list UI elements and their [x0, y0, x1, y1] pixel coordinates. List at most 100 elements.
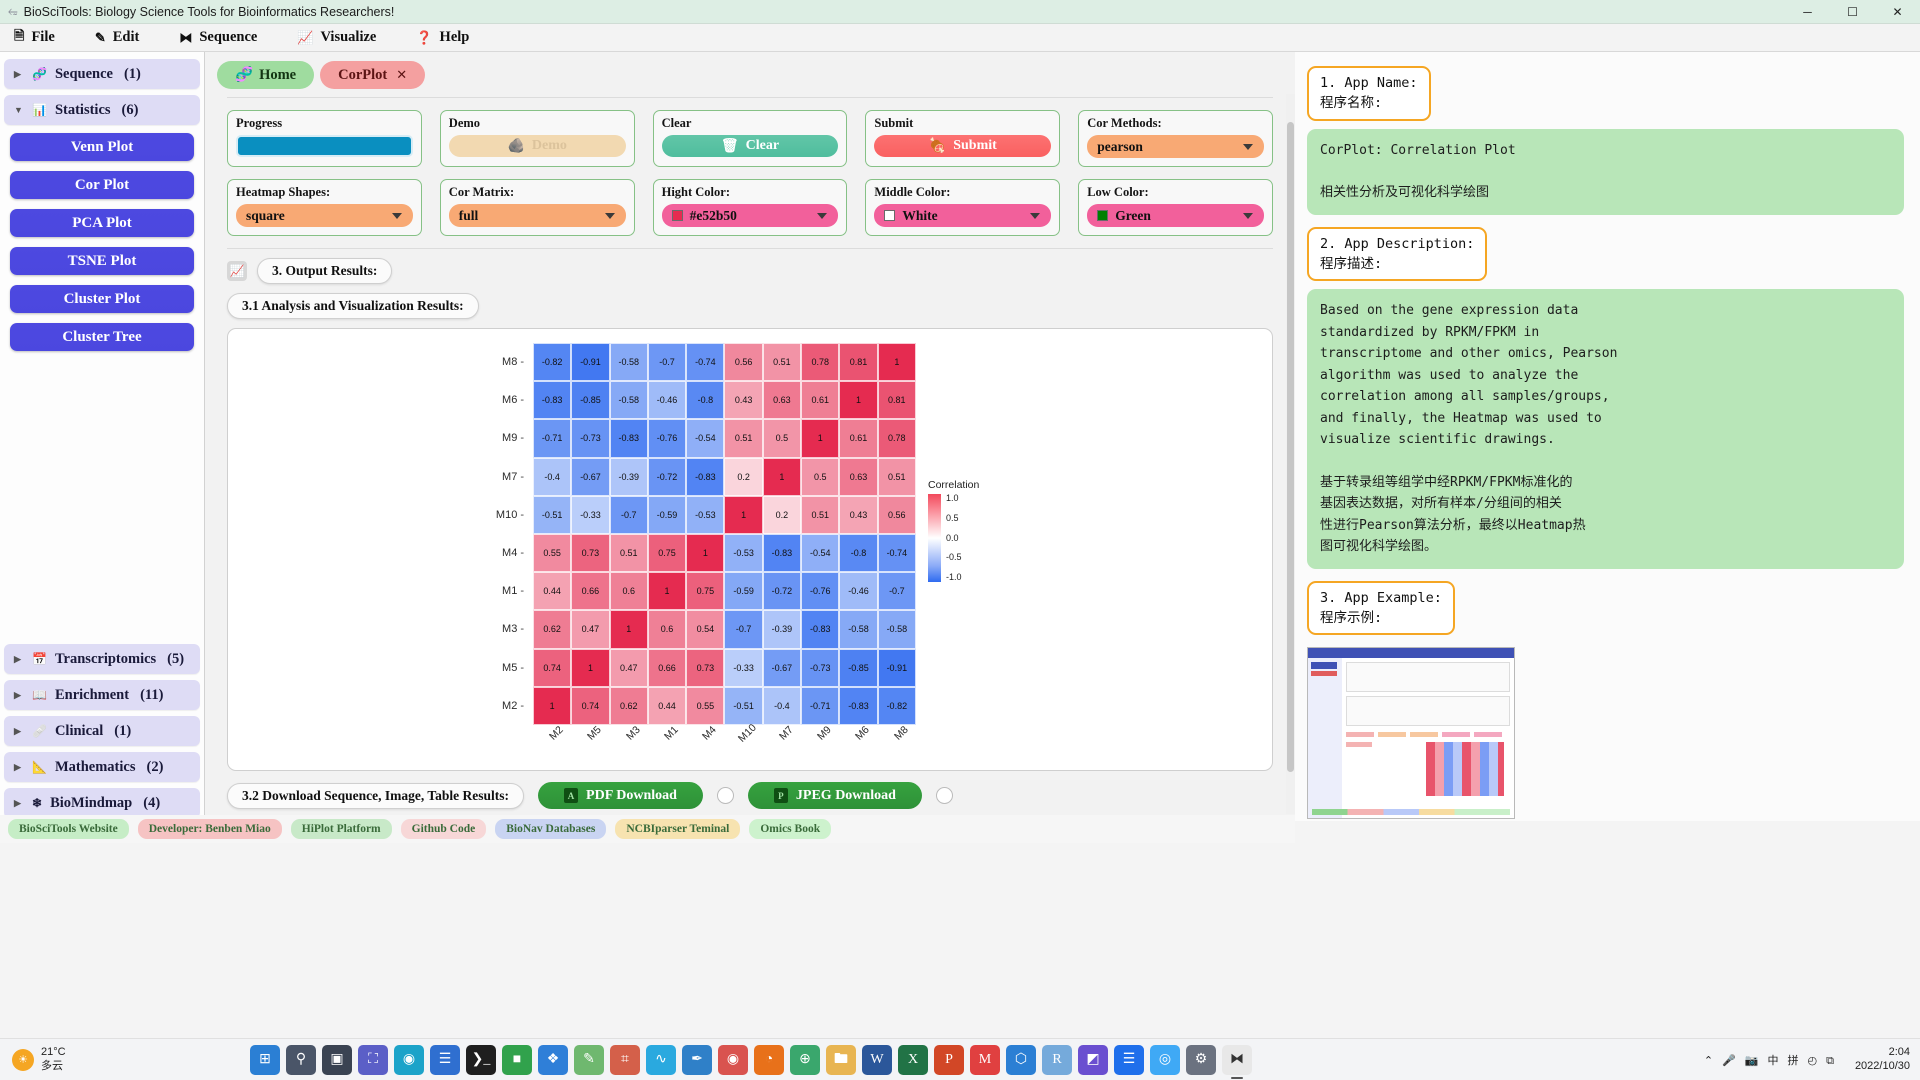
heatmap-legend: Correlation 1.0 0.5 0.0 -0.5 -1.0 — [928, 479, 1008, 582]
low-color-select[interactable]: Green — [1087, 204, 1264, 227]
footer-link[interactable]: BioSciTools Website — [8, 819, 129, 839]
taskbar-app-chrome[interactable]: ◉ — [718, 1044, 748, 1075]
heatmap-cell: 0.61 — [801, 381, 840, 420]
sidebar-section-statistics[interactable]: ▼ 📊 Statistics (6) — [4, 95, 200, 125]
menu-help[interactable]: ❓ Help — [416, 29, 469, 46]
clock[interactable]: 2:04 2022/10/30 — [1855, 1046, 1910, 1074]
menu-edit[interactable]: ✎ Edit — [95, 29, 140, 46]
taskbar-app-rstudio[interactable]: R — [1042, 1044, 1072, 1075]
heatmap-cell: -0.76 — [647, 419, 687, 458]
sidebar-section-sequence[interactable]: ▶ 🧬 Sequence (1) — [4, 59, 200, 89]
tray-icon[interactable]: ◴ — [1807, 1055, 1817, 1067]
menu-sequence[interactable]: ⧓ Sequence — [179, 29, 257, 46]
sidebar-item-tsne-plot[interactable]: TSNE Plot — [10, 247, 194, 275]
pdf-radio[interactable] — [716, 787, 734, 804]
taskbar-app-store[interactable]: ☰ — [430, 1044, 460, 1075]
pdf-icon: A — [564, 788, 579, 803]
taskbar-app-biosci-active[interactable]: ⧓ — [1222, 1044, 1252, 1079]
sidebar-item-cluster-tree[interactable]: Cluster Tree — [10, 323, 194, 351]
menu-visualize[interactable]: 📈 Visualize — [297, 29, 376, 46]
taskbar-app-notepad[interactable]: ✎ — [574, 1044, 604, 1075]
thumb-line — [1346, 742, 1372, 748]
tab-home[interactable]: 🧬 Home — [217, 61, 315, 89]
taskbar-app-firefox[interactable]: ◔ — [754, 1044, 784, 1075]
taskbar-app-calc[interactable]: ⌗ — [610, 1044, 640, 1075]
chevron-right-icon: ▶ — [14, 761, 21, 772]
taskbar-app-terminal[interactable]: ❯_ — [466, 1044, 496, 1075]
tray-icon[interactable]: 🎤 — [1722, 1055, 1736, 1067]
jpeg-download-button[interactable]: P JPEG Download — [747, 782, 922, 809]
taskbar-app-teams[interactable]: ⛶ — [358, 1044, 388, 1075]
taskbar-app-blue-folder[interactable]: ❖ — [538, 1044, 568, 1075]
close-icon[interactable]: ✕ — [396, 67, 407, 83]
taskbar-app-settings[interactable]: ⚙ — [1186, 1044, 1216, 1075]
taskbar-app-vscode[interactable]: ⬡ — [1006, 1044, 1036, 1075]
taskbar-app-green-app[interactable]: ■ — [502, 1044, 532, 1075]
taskbar-app-start[interactable]: ⊞ — [250, 1044, 280, 1075]
footer-link[interactable]: Github Code — [400, 819, 487, 839]
cor-matrix-select[interactable]: full — [448, 204, 626, 227]
sidebar-section-transcriptomics[interactable]: ▶ 📅 Transcriptomics (5) — [4, 644, 200, 674]
sidebar-section-clinical[interactable]: ▶ 🩹 Clinical (1) — [4, 716, 200, 746]
taskbar-app-task-view[interactable]: ▣ — [322, 1044, 352, 1075]
control-progress: Progress — [227, 110, 422, 167]
taskbar-app-globe[interactable]: ⊕ — [790, 1044, 820, 1075]
tray-icons[interactable]: ⌃ 🎤 📷 中拼 ◴ ⧉ — [1704, 1052, 1843, 1068]
sidebar-item-venn-plot[interactable]: Venn Plot — [10, 133, 194, 161]
tray-icon[interactable]: 中 — [1767, 1055, 1778, 1067]
title-bar: ⥳ BioSciTools: Biology Science Tools for… — [0, 0, 1920, 24]
demo-button[interactable]: 🪨 Demo — [448, 135, 626, 157]
scrollbar-thumb[interactable] — [1287, 122, 1294, 772]
tab-bar: 🧬 Home CorPlot ✕ — [205, 52, 1295, 89]
submit-button[interactable]: 🍖 Submit — [874, 135, 1052, 157]
tray-icon[interactable]: 📷 — [1745, 1055, 1759, 1067]
sidebar-section-mathematics[interactable]: ▶ 📐 Mathematics (2) — [4, 752, 200, 782]
cor-methods-select[interactable]: pearson — [1087, 135, 1264, 158]
taskbar-app-camera[interactable]: ◉ — [394, 1044, 424, 1075]
taskbar-app-docker[interactable]: ☰ — [1114, 1044, 1144, 1075]
taskbar-app-word[interactable]: W — [862, 1044, 892, 1075]
tray-icon[interactable]: 拼 — [1787, 1055, 1798, 1067]
taskbar-app-mindmaster[interactable]: M — [970, 1044, 1000, 1075]
weather-widget[interactable]: ☀ 21°C 多云 — [0, 1046, 250, 1074]
close-button[interactable]: ✕ — [1875, 0, 1920, 24]
sidebar-section-biomindmap[interactable]: ▶ ❄ BioMindmap (4) — [4, 788, 200, 818]
sidebar-item-cluster-plot[interactable]: Cluster Plot — [10, 285, 194, 313]
footer-link[interactable]: Developer: Benben Miao — [137, 819, 282, 839]
high-color-select[interactable]: #e52b50 — [661, 204, 839, 227]
taskbar-app-folder[interactable]: 🖿 — [826, 1044, 856, 1075]
tab-corplot[interactable]: CorPlot ✕ — [320, 61, 426, 89]
tray-icon[interactable]: ⌃ — [1704, 1055, 1713, 1067]
taskbar-app-browser2[interactable]: ◎ — [1150, 1044, 1180, 1075]
taskbar-app-pycharm[interactable]: ◩ — [1078, 1044, 1108, 1075]
sidebar-item-cor-plot[interactable]: Cor Plot — [10, 171, 194, 199]
sidebar-section-enrichment[interactable]: ▶ 📖 Enrichment (11) — [4, 680, 200, 710]
pdf-download-button[interactable]: A PDF Download — [538, 782, 703, 809]
sidebar-section-biomindmap-label: BioMindmap — [50, 794, 133, 811]
taskbar-app-wave[interactable]: ∿ — [646, 1044, 676, 1075]
jpeg-radio[interactable] — [935, 787, 953, 804]
clear-button[interactable]: 🗑 Clear — [661, 135, 839, 157]
control-heatmap-shapes: Heatmap Shapes: square — [227, 179, 422, 236]
taskbar-app-pen[interactable]: ✒ — [682, 1044, 712, 1075]
minimize-button[interactable]: ─ — [1785, 0, 1830, 24]
heatmap-cell: -0.74 — [877, 533, 916, 573]
menu-file[interactable]: 🗎 File — [14, 27, 55, 49]
middle-color-select[interactable]: White — [874, 204, 1052, 227]
taskbar-app-excel[interactable]: X — [898, 1044, 928, 1075]
vertical-scrollbar[interactable] — [1286, 94, 1295, 814]
tray-icon[interactable]: ⧉ — [1826, 1055, 1834, 1067]
heatmap-shapes-select[interactable]: square — [236, 204, 413, 227]
legend-tick: 0.0 — [946, 532, 959, 543]
taskbar-app-search[interactable]: ⚲ — [286, 1044, 316, 1075]
footer-link[interactable]: NCBIparser Teminal — [615, 819, 741, 839]
taskbar-app-powerpoint[interactable]: P — [934, 1044, 964, 1075]
sequence-icon: ⧓ — [179, 29, 193, 45]
sidebar-item-pca-plot[interactable]: PCA Plot — [10, 209, 194, 237]
footer-link[interactable]: Omics Book — [749, 819, 832, 839]
footer-link[interactable]: HiPlot Platform — [290, 819, 392, 839]
heatmap-cell: -0.58 — [839, 610, 878, 649]
maximize-button[interactable]: ☐ — [1830, 0, 1875, 24]
tab-home-label: Home — [259, 66, 297, 83]
footer-link[interactable]: BioNav Databases — [495, 819, 607, 839]
